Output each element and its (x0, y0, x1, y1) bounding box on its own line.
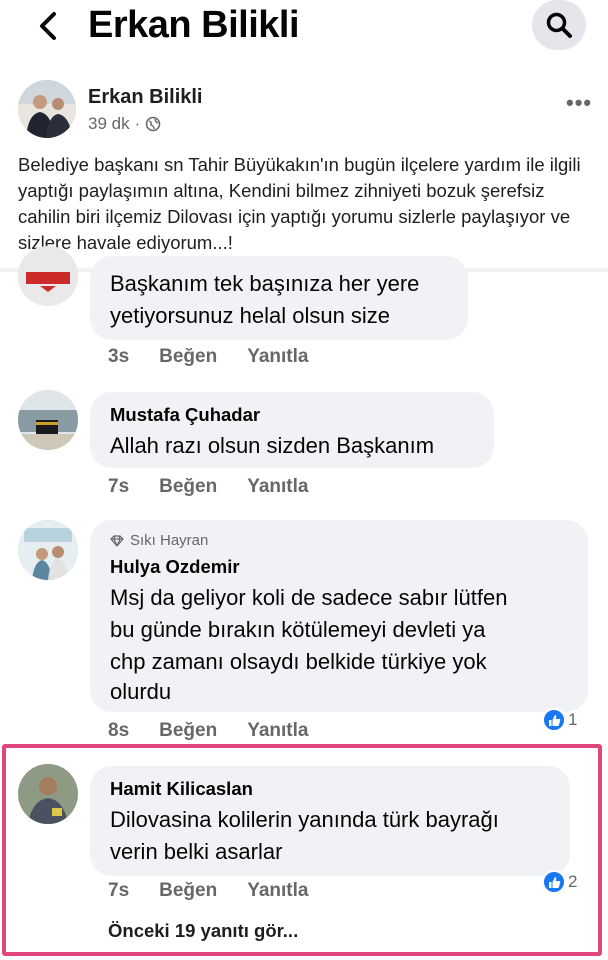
comment-author[interactable]: Mustafa Çuhadar (110, 404, 260, 426)
comment-text-line: bu günde bırakın kötülemeyi devleti ya (110, 617, 486, 642)
top-bar: Erkan Bilikli (0, 0, 608, 52)
fan-badge-label: Sıkı Hayran (130, 532, 209, 549)
reaction-count[interactable]: 1 (542, 708, 577, 732)
comment-time[interactable]: 7s (108, 476, 129, 498)
comment-bubble: Sıkı Hayran Hulya Ozdemir Msj da geliyor… (90, 520, 588, 712)
search-icon (546, 12, 572, 38)
comment-actions: 8s Beğen Yanıtla (108, 720, 338, 742)
comment-bubble: Mustafa Çuhadar Allah razı olsun sizden … (90, 392, 494, 468)
comment-time[interactable]: 7s (108, 880, 129, 902)
post-author[interactable]: Erkan Bilikli (88, 86, 203, 109)
diamond-icon (110, 534, 124, 547)
comment-time[interactable]: 3s (108, 346, 129, 368)
reply-link[interactable]: Yanıtla (247, 346, 308, 368)
reaction-number: 2 (568, 872, 578, 891)
comment-text-line: yetiyorsunuz helal olsun size (110, 303, 391, 328)
comment-actions: 3s Beğen Yanıtla (108, 346, 338, 368)
thumbs-up-icon (542, 870, 566, 894)
comment-author[interactable]: Hamit Kilicaslan (110, 778, 253, 800)
like-link[interactable]: Beğen (159, 346, 217, 368)
comment-text-line: chp zamanı olsaydı belkide türkiye yok (110, 649, 487, 674)
reply-link[interactable]: Yanıtla (247, 880, 308, 902)
like-link[interactable]: Beğen (159, 720, 217, 742)
commenter-avatar[interactable] (18, 246, 78, 306)
reaction-count[interactable]: 2 (542, 870, 577, 894)
commenter-avatar[interactable] (18, 520, 78, 580)
fan-badge: Sıkı Hayran (110, 532, 208, 549)
like-link[interactable]: Beğen (159, 476, 217, 498)
post-text: Belediye başkanı sn Tahir Büyükakın'ın b… (18, 154, 581, 253)
reply-link[interactable]: Yanıtla (247, 476, 308, 498)
commenter-avatar[interactable] (18, 390, 78, 450)
thumbs-up-icon (542, 708, 566, 732)
post-time[interactable]: 39 dk (88, 114, 130, 134)
post-meta: 39 dk · (88, 114, 161, 134)
more-options-icon[interactable]: ••• (566, 90, 592, 116)
view-previous-replies-link[interactable]: Önceki 19 yanıtı gör... (108, 920, 298, 942)
comment-actions: 7s Beğen Yanıtla (108, 880, 338, 902)
post: Erkan Bilikli 39 dk · ••• Belediye başka… (0, 66, 608, 272)
meta-separator: · (134, 114, 141, 133)
author-avatar[interactable] (18, 80, 76, 138)
globe-icon (145, 116, 161, 132)
back-arrow-icon[interactable] (30, 6, 70, 46)
comment-text-line: olurdu (110, 679, 172, 704)
commenter-avatar[interactable] (18, 764, 78, 824)
search-button[interactable] (532, 0, 586, 50)
comment-author[interactable]: Hulya Ozdemir (110, 556, 240, 578)
comment-text-line: Dilovasina kolilerin yanında türk bayrağ… (110, 807, 499, 832)
comment-actions: 7s Beğen Yanıtla (108, 476, 338, 498)
comment-bubble: Hamit Kilicaslan Dilovasina kolilerin ya… (90, 766, 570, 876)
comment-text-line: Msj da geliyor koli de sadece sabır lütf… (110, 585, 508, 610)
comment-time[interactable]: 8s (108, 720, 129, 742)
reaction-number: 1 (568, 710, 578, 729)
comment-text-line: Allah razı olsun sizden Başkanım (110, 433, 435, 458)
page-title: Erkan Bilikli (88, 4, 300, 46)
comment-bubble: Başkanım tek başınıza her yere yetiyorsu… (90, 256, 468, 340)
comment-text-line: verin belki asarlar (110, 839, 283, 864)
like-link[interactable]: Beğen (159, 880, 217, 902)
reply-link[interactable]: Yanıtla (247, 720, 308, 742)
comment-text-line: Başkanım tek başınıza her yere (110, 271, 420, 296)
